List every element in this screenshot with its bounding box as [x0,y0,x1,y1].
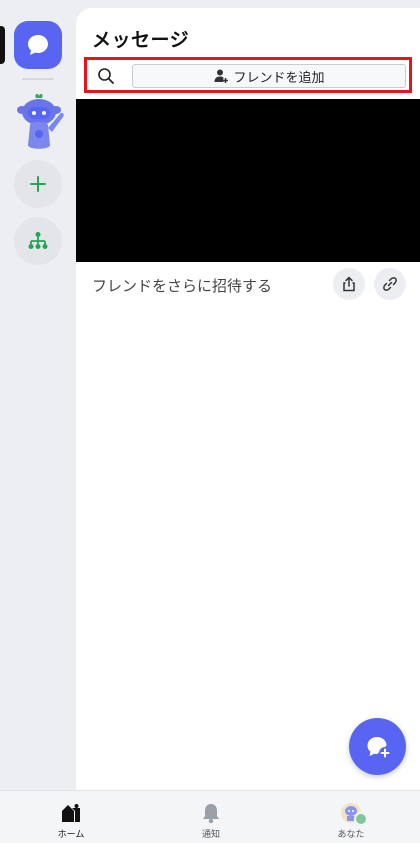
discover-hubs-button[interactable] [14,217,62,265]
plus-icon [30,176,46,192]
search-icon [98,68,114,84]
wumpus-mascot-icon [17,93,64,149]
bell-icon [203,804,219,824]
server-icon[interactable] [8,90,70,152]
selected-indicator [0,26,5,64]
rail-divider [22,78,54,80]
redacted-banner [76,99,420,262]
invite-text: フレンドをさらに招待する [92,277,273,295]
home-icon [62,804,80,822]
server-rail [0,0,76,790]
share-icon [343,276,355,292]
nav-home-label: ホーム [57,830,85,840]
nav-you-label: あなた [337,830,365,840]
new-message-icon [367,736,391,759]
nav-notifications-label: 通知 [201,830,220,840]
direct-messages-button[interactable] [14,21,62,69]
online-status-dot [354,812,368,826]
add-friend-label: フレンドを追加 [233,70,325,86]
person-add-icon [214,69,229,83]
hub-tree-icon [28,232,48,249]
nav-you[interactable]: あなた [311,791,391,843]
search-button[interactable] [94,65,118,87]
share-button[interactable] [333,268,365,300]
messages-panel: メッセージ フレンドを追加 フレンドをさらに招待する [76,8,420,790]
chat-bubble-icon [28,35,48,55]
new-message-button[interactable] [349,718,406,775]
nav-home[interactable]: ホーム [31,791,111,843]
invite-friends-row: フレンドをさらに招待する [76,268,420,304]
bottom-nav: ホーム 通知 あなた [0,790,420,843]
add-friend-button[interactable]: フレンドを追加 [132,64,406,88]
copy-link-button[interactable] [374,268,406,300]
add-server-button[interactable] [14,160,62,208]
nav-notifications[interactable]: 通知 [171,791,251,843]
page-title: メッセージ [92,29,190,51]
link-icon [383,277,397,291]
